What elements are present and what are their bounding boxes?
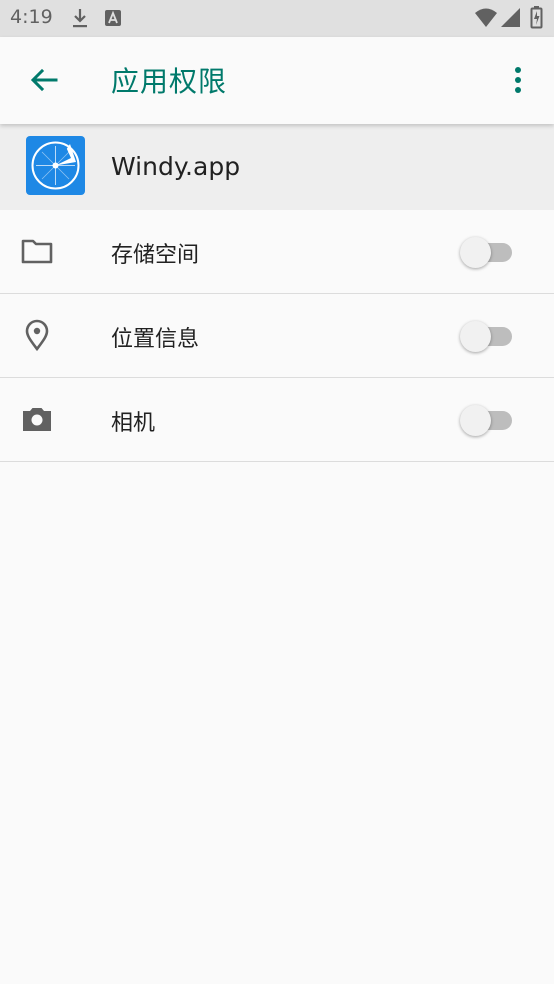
signal-icon xyxy=(500,0,522,41)
wifi-icon xyxy=(474,0,498,41)
arrow-back-icon xyxy=(30,68,58,92)
status-bar: 4:19 xyxy=(0,0,554,37)
permission-row-camera[interactable]: 相机 xyxy=(0,378,554,462)
app-name: Windy.app xyxy=(111,152,241,181)
switch-thumb xyxy=(460,321,491,352)
status-time: 4:19 xyxy=(10,6,53,28)
download-icon xyxy=(70,0,90,41)
switch-thumb xyxy=(460,237,491,268)
permission-label: 位置信息 xyxy=(111,327,200,352)
app-header: Windy.app xyxy=(0,124,554,210)
location-pin-icon xyxy=(20,318,54,352)
permission-label: 相机 xyxy=(111,411,156,436)
permission-row-storage[interactable]: 存储空间 xyxy=(0,210,554,294)
page-title: 应用权限 xyxy=(111,65,228,98)
app-bar: 应用权限 xyxy=(0,37,554,124)
permission-label: 存储空间 xyxy=(111,243,200,268)
permission-row-location[interactable]: 位置信息 xyxy=(0,294,554,378)
more-vert-icon xyxy=(515,67,521,93)
storage-permission-toggle[interactable] xyxy=(460,237,516,268)
more-options-button[interactable] xyxy=(500,58,536,102)
back-button[interactable] xyxy=(22,58,66,102)
camera-permission-toggle[interactable] xyxy=(460,405,516,436)
folder-icon xyxy=(20,234,54,268)
location-permission-toggle[interactable] xyxy=(460,321,516,352)
a-notification-icon xyxy=(104,0,122,41)
camera-icon xyxy=(20,402,54,436)
switch-thumb xyxy=(460,405,491,436)
windy-app-icon xyxy=(26,136,85,195)
battery-icon xyxy=(530,0,544,41)
